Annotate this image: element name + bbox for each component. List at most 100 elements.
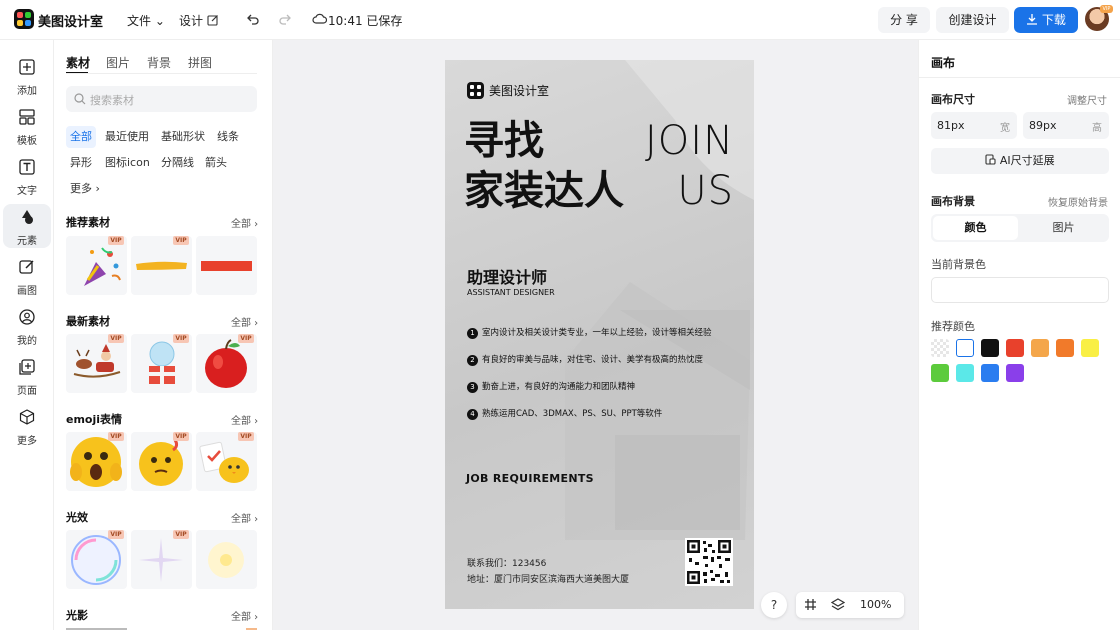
- requirement-item[interactable]: 4 熟练运用CAD、3DMAX、PS、SU、PPT等软件: [467, 407, 662, 420]
- see-all-link[interactable]: 全部 ›: [231, 608, 258, 623]
- cube-icon: [19, 409, 35, 425]
- undo-icon[interactable]: [246, 12, 260, 26]
- poster-title-line2[interactable]: 家装达人: [464, 168, 624, 214]
- see-all-link[interactable]: 全部 ›: [231, 510, 258, 525]
- material-thumb-snow-globe[interactable]: VIP: [131, 334, 192, 393]
- rail-item-element[interactable]: 元素: [3, 204, 51, 248]
- resize-icon: [985, 154, 996, 165]
- adjust-size-link[interactable]: 调整尺寸: [1067, 92, 1107, 107]
- chip-arrows[interactable]: 箭头: [201, 152, 231, 174]
- material-thumb-party-popper[interactable]: VIP: [66, 236, 127, 295]
- poster-canvas[interactable]: 美图设计室 寻找 家装达人 JOIN US 助理设计师 ASSISTANT DE…: [445, 60, 754, 609]
- zoom-level[interactable]: 100%: [860, 598, 891, 611]
- material-thumb-sleigh[interactable]: VIP: [66, 334, 127, 393]
- height-field[interactable]: 89px 高: [1023, 112, 1109, 139]
- qr-code-icon[interactable]: [685, 538, 733, 586]
- canvas-toolbar: 100%: [796, 592, 904, 618]
- design-menu[interactable]: 设计: [179, 12, 219, 29]
- tab-backgrounds[interactable]: 背景: [147, 54, 171, 71]
- material-thumb-emoji-thinking[interactable]: VIP: [131, 432, 192, 491]
- file-menu[interactable]: 文件 ⌄: [127, 12, 165, 29]
- bg-tab-color[interactable]: 颜色: [933, 216, 1018, 240]
- poster-role-en[interactable]: ASSISTANT DESIGNER: [467, 288, 555, 297]
- poster-en-line2[interactable]: US: [677, 168, 734, 214]
- color-swatch-light-orange[interactable]: [1031, 339, 1049, 357]
- color-swatch-black[interactable]: [981, 339, 999, 357]
- see-all-link[interactable]: 全部 ›: [231, 215, 258, 230]
- color-swatch-orange[interactable]: [1056, 339, 1074, 357]
- color-swatch-transparent[interactable]: [931, 339, 949, 357]
- rail-item-page[interactable]: 页面: [3, 354, 51, 398]
- chip-lines[interactable]: 线条: [213, 126, 243, 148]
- number-badge: 3: [467, 382, 478, 393]
- brand-name[interactable]: 美图设计室: [38, 11, 103, 30]
- poster-job-requirements[interactable]: JOB REQUIREMENTS: [466, 472, 594, 485]
- canvas-area[interactable]: 美图设计室 寻找 家装达人 JOIN US 助理设计师 ASSISTANT DE…: [273, 40, 918, 630]
- chip-recent[interactable]: 最近使用: [101, 126, 153, 148]
- rail-item-more[interactable]: 更多: [3, 404, 51, 448]
- current-bg-swatch[interactable]: [931, 277, 1109, 303]
- chevron-down-icon: ⌄: [154, 14, 165, 28]
- poster-role[interactable]: 助理设计师: [467, 264, 547, 288]
- see-all-link[interactable]: 全部 ›: [231, 314, 258, 329]
- material-thumb-yellow-brush[interactable]: VIP: [131, 236, 192, 295]
- chip-basic-shapes[interactable]: 基础形状: [157, 126, 209, 148]
- rail-item-template[interactable]: 模板: [3, 104, 51, 148]
- rail-item-mine[interactable]: 我的: [3, 304, 51, 348]
- poster-en-line1[interactable]: JOIN: [645, 118, 734, 164]
- poster-contact[interactable]: 联系我们：123456: [467, 556, 546, 569]
- material-thumb-emoji-chick[interactable]: VIP: [196, 432, 257, 491]
- element-icon: [22, 210, 33, 224]
- redo-icon[interactable]: [278, 12, 292, 26]
- material-thumb-glow[interactable]: [196, 530, 257, 589]
- number-badge: 4: [467, 409, 478, 420]
- poster-title-line1[interactable]: 寻找: [464, 118, 544, 164]
- chip-dividers[interactable]: 分隔线: [157, 152, 198, 174]
- requirement-item[interactable]: 3 勤奋上进，有良好的沟通能力和团队精神: [467, 380, 635, 393]
- color-swatch-yellow[interactable]: [1081, 339, 1099, 357]
- requirement-item[interactable]: 1 室内设计及相关设计类专业，一年以上经验，设计等相关经验: [467, 326, 712, 339]
- material-thumb-apple[interactable]: VIP: [196, 334, 257, 393]
- search-input[interactable]: 搜索素材: [66, 86, 257, 112]
- color-swatch-purple[interactable]: [1006, 364, 1024, 382]
- vip-badge: VIP: [108, 236, 124, 245]
- requirement-item[interactable]: 2 有良好的审美与品味，对住宅、设计、美学有极高的热忱度: [467, 353, 703, 366]
- app-logo-icon[interactable]: [14, 9, 34, 29]
- chip-icons[interactable]: 图标icon: [101, 152, 154, 174]
- rail-item-add[interactable]: 添加: [3, 54, 51, 98]
- see-all-link[interactable]: 全部 ›: [231, 412, 258, 427]
- create-design-button[interactable]: 创建设计: [936, 7, 1009, 33]
- section-title: emoji表情: [66, 413, 123, 426]
- tab-materials[interactable]: 素材: [66, 54, 90, 71]
- grid-hash-icon[interactable]: [804, 598, 817, 611]
- color-swatch-cyan[interactable]: [956, 364, 974, 382]
- chip-irregular[interactable]: 异形: [66, 152, 96, 174]
- color-swatch-white[interactable]: [956, 339, 974, 357]
- tab-images[interactable]: 图片: [106, 54, 130, 71]
- help-button[interactable]: ?: [761, 592, 787, 618]
- rail-item-draw[interactable]: 画图: [3, 254, 51, 298]
- material-thumb-red-bar[interactable]: [196, 236, 257, 295]
- poster-brand[interactable]: 美图设计室: [489, 82, 549, 99]
- bg-tab-image[interactable]: 图片: [1020, 216, 1107, 240]
- material-thumb-emoji-shocked[interactable]: VIP: [66, 432, 127, 491]
- tab-collage[interactable]: 拼图: [188, 54, 212, 71]
- light-glow-icon: [208, 542, 244, 578]
- color-swatch-red[interactable]: [1006, 339, 1024, 357]
- material-thumb-bubble[interactable]: VIP: [66, 530, 127, 589]
- width-field[interactable]: 81px 宽: [931, 112, 1017, 139]
- material-thumb-sparkle[interactable]: VIP: [131, 530, 192, 589]
- restore-bg-link[interactable]: 恢复原始背景: [1048, 194, 1108, 209]
- color-swatch-green[interactable]: [931, 364, 949, 382]
- ai-size-extend-button[interactable]: AI尺寸延展: [931, 148, 1109, 174]
- download-button[interactable]: 下载: [1014, 7, 1078, 33]
- layers-icon[interactable]: [831, 598, 845, 612]
- rail-item-text[interactable]: 文字: [3, 154, 51, 198]
- section-title: 光效: [66, 511, 88, 524]
- chip-more[interactable]: 更多 ›: [66, 178, 104, 200]
- chip-all[interactable]: 全部: [66, 126, 96, 148]
- share-button[interactable]: 分 享: [878, 7, 930, 33]
- color-swatch-blue[interactable]: [981, 364, 999, 382]
- section-title: 最新素材: [66, 315, 110, 328]
- poster-address[interactable]: 地址：厦门市同安区滨海西大道美图大厦: [467, 572, 629, 585]
